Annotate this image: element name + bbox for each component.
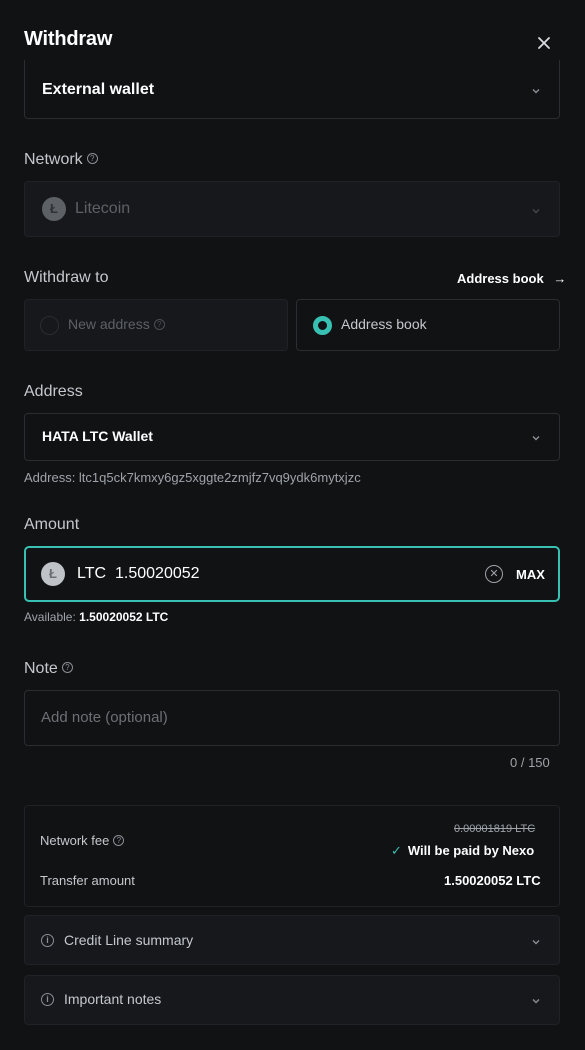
amount-label: Amount: [24, 516, 80, 533]
help-icon[interactable]: ?: [113, 835, 125, 847]
radio-button[interactable]: [40, 316, 59, 335]
note-placeholder: Add note (optional): [41, 709, 168, 726]
address-selected: HATA LTC Wallet: [42, 428, 153, 444]
clear-icon[interactable]: ✕: [485, 565, 503, 583]
note-label: Note?: [24, 660, 73, 678]
amount-input[interactable]: Ł LTC 1.50020052 ✕ MAX: [24, 546, 560, 602]
chevron-down-icon: [530, 431, 542, 443]
transfer-amount-label: Transfer amount: [40, 873, 135, 888]
network-fee-original: 0.00001819 LTC: [454, 823, 536, 835]
note-counter: 0 / 150: [510, 755, 550, 770]
address-select[interactable]: HATA LTC Wallet: [24, 413, 560, 461]
accordion-label: Important notes: [64, 991, 162, 1007]
max-button[interactable]: MAX: [516, 567, 545, 582]
accordion-label: Credit Line summary: [64, 932, 194, 948]
option-label: Address book: [341, 316, 427, 332]
radio-button-selected[interactable]: [313, 316, 332, 335]
litecoin-icon: Ł: [42, 197, 66, 221]
chevron-down-icon: [530, 204, 542, 216]
destination-value: External wallet: [42, 81, 155, 98]
address-book-link[interactable]: Address book →: [457, 271, 566, 286]
close-icon[interactable]: [534, 33, 554, 53]
transfer-amount-value: 1.50020052 LTC: [444, 873, 541, 888]
address-label: Address: [24, 383, 83, 400]
option-new-address[interactable]: New address?: [24, 299, 288, 351]
option-label: New address?: [68, 316, 165, 332]
note-field[interactable]: Add note (optional): [24, 690, 560, 746]
summary-card: Network fee? 0.00001819 LTC ✓ Will be pai…: [24, 805, 560, 907]
network-fee-label: Network fee?: [40, 833, 125, 848]
litecoin-icon: Ł: [41, 562, 65, 586]
amount-currency: LTC: [77, 565, 107, 582]
destination-select[interactable]: External wallet: [24, 60, 560, 119]
chevron-down-icon: [530, 84, 542, 96]
info-icon: i: [41, 993, 54, 1006]
help-icon[interactable]: ?: [61, 662, 73, 674]
page-title: Withdraw: [24, 28, 113, 50]
network-fee-paid: ✓ Will be paid by Nexo: [391, 843, 535, 858]
help-icon: ?: [153, 318, 165, 330]
accordion-important-notes[interactable]: i Important notes: [24, 975, 560, 1025]
network-value: Litecoin: [75, 200, 131, 217]
option-address-book[interactable]: Address book: [296, 299, 560, 351]
address-detail: Address: ltc1q5ck7kmxy6gz5xggte2zmjfz7vq…: [24, 470, 361, 485]
help-icon[interactable]: ?: [86, 153, 98, 165]
available-balance: Available: 1.50020052 LTC: [24, 610, 169, 624]
withdraw-to-label: Withdraw to: [24, 269, 109, 286]
amount-value[interactable]: 1.50020052: [115, 565, 200, 583]
info-icon: i: [41, 934, 54, 947]
arrow-right-icon: →: [553, 271, 567, 286]
network-label: Network?: [24, 151, 98, 169]
check-icon: ✓: [391, 843, 402, 858]
network-select: Ł Litecoin: [24, 181, 560, 237]
chevron-down-icon: [530, 935, 542, 947]
chevron-down-icon: [530, 994, 542, 1006]
accordion-credit-line-summary[interactable]: i Credit Line summary: [24, 915, 560, 965]
